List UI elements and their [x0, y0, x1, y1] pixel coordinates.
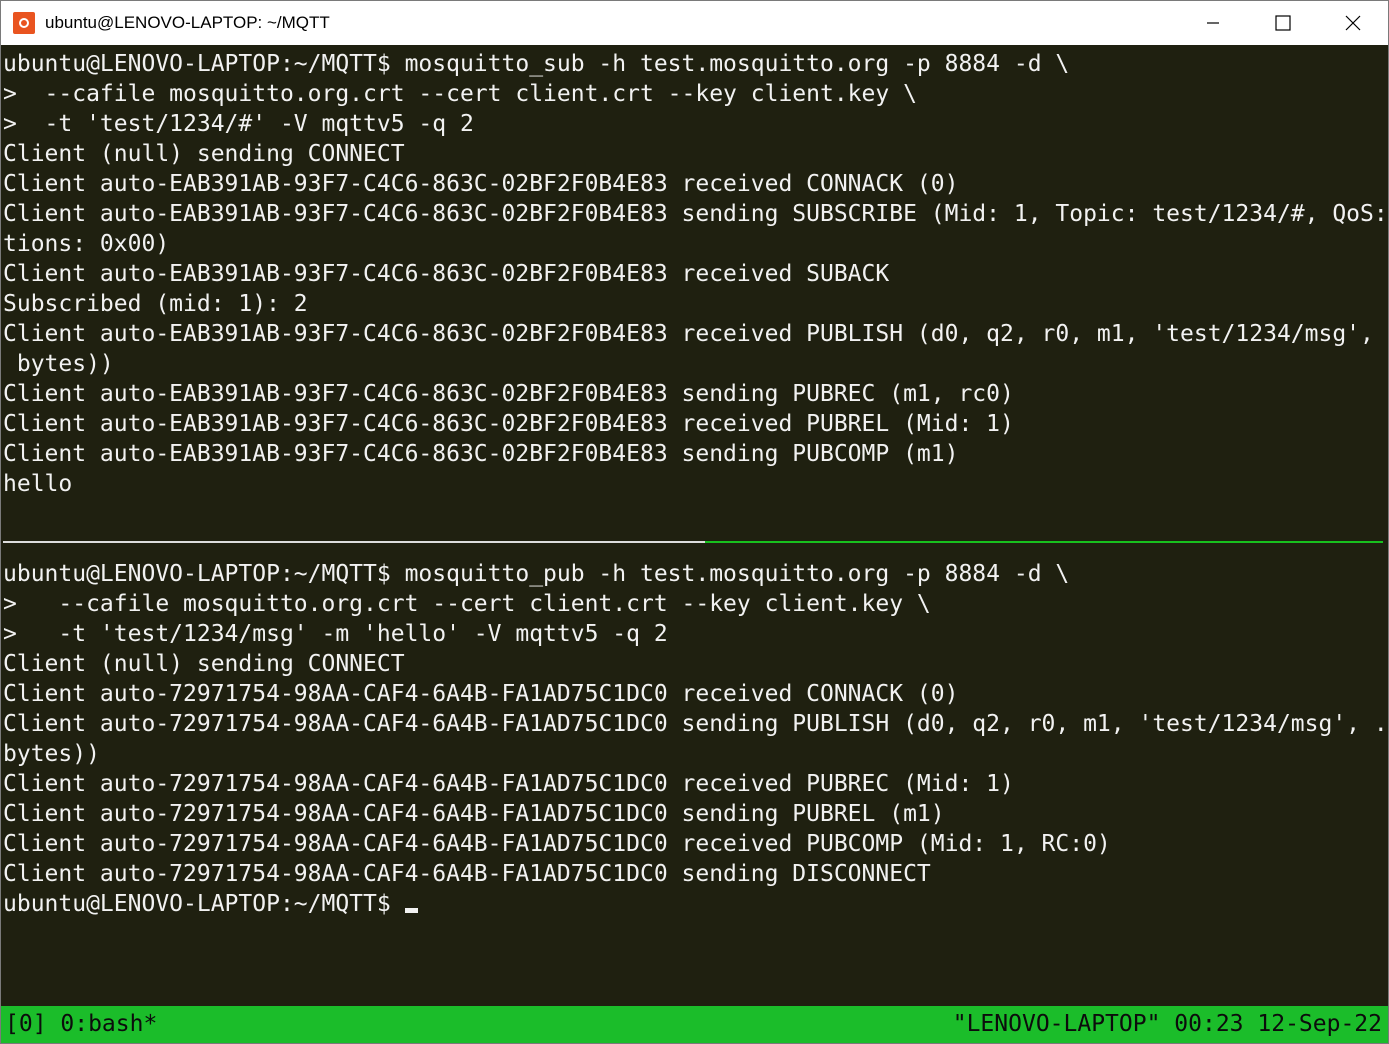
title-bar[interactable]: ubuntu@LENOVO-LAPTOP: ~/MQTT: [1, 1, 1388, 45]
tmux-status-bar: [0] 0:bash* "LENOVO-LAPTOP" 00:23 12-Sep…: [1, 1006, 1388, 1043]
active-pane-border: [705, 541, 1383, 543]
terminal-window: ubuntu@LENOVO-LAPTOP: ~/MQTT ubuntu@LENO…: [0, 0, 1389, 1044]
terminal-area[interactable]: ubuntu@LENOVO-LAPTOP:~/MQTT$ mosquitto_s…: [1, 46, 1388, 1006]
terminal-line: Client auto-EAB391AB-93F7-C4C6-863C-02BF…: [3, 201, 1388, 227]
terminal-line: Client auto-72971754-98AA-CAF4-6A4B-FA1A…: [3, 801, 945, 827]
ubuntu-terminal-icon: [13, 12, 35, 34]
terminal-line: > -t 'test/1234/msg' -m 'hello' -V mqttv…: [3, 621, 668, 647]
terminal-line: tions: 0x00): [3, 231, 170, 257]
terminal-line: Client auto-72971754-98AA-CAF4-6A4B-FA1A…: [3, 681, 959, 707]
terminal-line: Subscribed (mid: 1): 2: [3, 291, 308, 317]
close-icon: [1345, 15, 1361, 31]
terminal-line: ubuntu@LENOVO-LAPTOP:~/MQTT$ mosquitto_s…: [3, 51, 1070, 77]
terminal-line: Client (null) sending CONNECT: [3, 651, 405, 677]
terminal-line: bytes)): [3, 351, 114, 377]
terminal-line: Client auto-72971754-98AA-CAF4-6A4B-FA1A…: [3, 771, 1014, 797]
terminal-line: Client (null) sending CONNECT: [3, 141, 405, 167]
text-cursor: [404, 908, 418, 913]
tmux-window-list[interactable]: [0] 0:bash*: [5, 1006, 157, 1043]
close-button[interactable]: [1318, 1, 1388, 45]
window-title: ubuntu@LENOVO-LAPTOP: ~/MQTT: [45, 13, 330, 32]
terminal-line: ubuntu@LENOVO-LAPTOP:~/MQTT$ mosquitto_p…: [3, 561, 1070, 587]
terminal-line: Client auto-EAB391AB-93F7-C4C6-863C-02BF…: [3, 381, 1014, 407]
tmux-pane-top[interactable]: ubuntu@LENOVO-LAPTOP:~/MQTT$ mosquitto_s…: [3, 49, 1388, 499]
terminal-line: > -t 'test/1234/#' -V mqttv5 -q 2: [3, 111, 474, 137]
terminal-line: Client auto-EAB391AB-93F7-C4C6-863C-02BF…: [3, 441, 959, 467]
maximize-button[interactable]: [1248, 1, 1318, 45]
terminal-line: > --cafile mosquitto.org.crt --cert clie…: [3, 591, 931, 617]
minimize-icon: [1207, 22, 1219, 24]
terminal-line: bytes)): [3, 741, 100, 767]
terminal-line: Client auto-EAB391AB-93F7-C4C6-863C-02BF…: [3, 171, 959, 197]
tmux-pane-bottom[interactable]: ubuntu@LENOVO-LAPTOP:~/MQTT$ mosquitto_p…: [3, 559, 1388, 919]
terminal-line: hello: [3, 471, 73, 497]
terminal-line: Client auto-EAB391AB-93F7-C4C6-863C-02BF…: [3, 261, 890, 287]
terminal-line: Client auto-EAB391AB-93F7-C4C6-863C-02BF…: [3, 321, 1388, 347]
terminal-line: > --cafile mosquitto.org.crt --cert clie…: [3, 81, 917, 107]
terminal-line: Client auto-EAB391AB-93F7-C4C6-863C-02BF…: [3, 411, 1014, 437]
tmux-status-info: "LENOVO-LAPTOP" 00:23 12-Sep-22: [952, 1011, 1382, 1037]
terminal-line: Client auto-72971754-98AA-CAF4-6A4B-FA1A…: [3, 861, 931, 887]
minimize-button[interactable]: [1178, 1, 1248, 45]
maximize-icon: [1275, 15, 1291, 31]
shell-prompt: ubuntu@LENOVO-LAPTOP:~/MQTT$: [3, 891, 405, 917]
shell-prompt-line[interactable]: ubuntu@LENOVO-LAPTOP:~/MQTT$: [3, 889, 1388, 919]
terminal-line: Client auto-72971754-98AA-CAF4-6A4B-FA1A…: [3, 831, 1111, 857]
terminal-line: Client auto-72971754-98AA-CAF4-6A4B-FA1A…: [3, 711, 1388, 737]
